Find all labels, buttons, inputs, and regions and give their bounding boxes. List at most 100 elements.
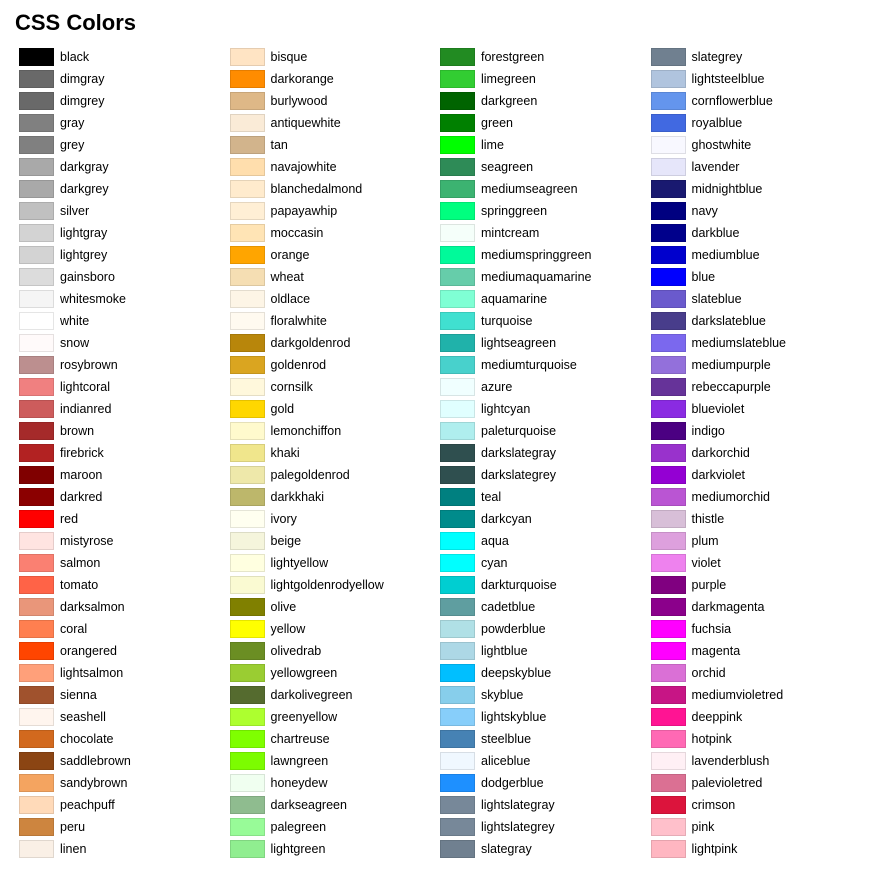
- color-name: khaki: [271, 446, 300, 460]
- list-item: mediumspringgreen: [436, 244, 647, 266]
- color-swatch: [230, 400, 265, 418]
- color-name: cyan: [481, 556, 507, 570]
- list-item: palegreen: [226, 816, 437, 838]
- list-item: cornsilk: [226, 376, 437, 398]
- color-name: navajowhite: [271, 160, 337, 174]
- list-item: darkgoldenrod: [226, 332, 437, 354]
- list-item: blanchedalmond: [226, 178, 437, 200]
- color-swatch: [230, 840, 265, 858]
- list-item: black: [15, 46, 226, 68]
- color-swatch: [19, 686, 54, 704]
- color-swatch: [230, 730, 265, 748]
- list-item: lightcyan: [436, 398, 647, 420]
- color-swatch: [230, 620, 265, 638]
- color-swatch: [19, 400, 54, 418]
- color-swatch: [19, 510, 54, 528]
- list-item: darkturquoise: [436, 574, 647, 596]
- list-item: royalblue: [647, 112, 858, 134]
- list-item: grey: [15, 134, 226, 156]
- list-item: mediumorchid: [647, 486, 858, 508]
- list-item: lightseagreen: [436, 332, 647, 354]
- color-name: lightyellow: [271, 556, 329, 570]
- list-item: chartreuse: [226, 728, 437, 750]
- color-name: indigo: [692, 424, 725, 438]
- list-item: cornflowerblue: [647, 90, 858, 112]
- color-name: red: [60, 512, 78, 526]
- list-item: gainsboro: [15, 266, 226, 288]
- color-name: darkkhaki: [271, 490, 325, 504]
- color-swatch: [230, 92, 265, 110]
- color-swatch: [19, 312, 54, 330]
- color-name: cornsilk: [271, 380, 313, 394]
- color-name: aqua: [481, 534, 509, 548]
- color-name: goldenrod: [271, 358, 327, 372]
- color-swatch: [230, 752, 265, 770]
- list-item: lightslategray: [436, 794, 647, 816]
- color-name: magenta: [692, 644, 741, 658]
- color-swatch: [230, 180, 265, 198]
- list-item: greenyellow: [226, 706, 437, 728]
- color-swatch: [230, 554, 265, 572]
- color-swatch: [230, 356, 265, 374]
- list-item: antiquewhite: [226, 112, 437, 134]
- list-item: plum: [647, 530, 858, 552]
- color-swatch: [440, 796, 475, 814]
- list-item: darkkhaki: [226, 486, 437, 508]
- color-swatch: [19, 180, 54, 198]
- list-item: rebeccapurple: [647, 376, 858, 398]
- color-name: azure: [481, 380, 512, 394]
- color-swatch: [230, 708, 265, 726]
- list-item: slategray: [436, 838, 647, 860]
- list-item: limegreen: [436, 68, 647, 90]
- color-swatch: [19, 752, 54, 770]
- list-item: powderblue: [436, 618, 647, 640]
- color-name: coral: [60, 622, 87, 636]
- list-item: orchid: [647, 662, 858, 684]
- list-item: darksalmon: [15, 596, 226, 618]
- color-name: lemonchiffon: [271, 424, 342, 438]
- color-name: sienna: [60, 688, 97, 702]
- color-name: aliceblue: [481, 754, 530, 768]
- color-swatch: [19, 334, 54, 352]
- color-swatch: [440, 488, 475, 506]
- color-name: palegreen: [271, 820, 327, 834]
- color-swatch: [19, 620, 54, 638]
- color-swatch: [230, 598, 265, 616]
- color-swatch: [440, 774, 475, 792]
- color-name: lightgrey: [60, 248, 107, 262]
- color-swatch: [19, 158, 54, 176]
- color-swatch: [440, 290, 475, 308]
- color-swatch: [19, 708, 54, 726]
- list-item: sandybrown: [15, 772, 226, 794]
- color-swatch: [651, 686, 686, 704]
- color-name: mediumpurple: [692, 358, 771, 372]
- color-name: tan: [271, 138, 288, 152]
- list-item: steelblue: [436, 728, 647, 750]
- list-item: yellowgreen: [226, 662, 437, 684]
- color-swatch: [230, 136, 265, 154]
- color-swatch: [440, 48, 475, 66]
- color-name: lightpink: [692, 842, 738, 856]
- color-swatch: [230, 70, 265, 88]
- color-name: whitesmoke: [60, 292, 126, 306]
- color-swatch: [19, 598, 54, 616]
- color-name: pink: [692, 820, 715, 834]
- list-item: firebrick: [15, 442, 226, 464]
- color-swatch: [651, 378, 686, 396]
- color-swatch: [19, 224, 54, 242]
- color-name: lightcyan: [481, 402, 530, 416]
- color-name: hotpink: [692, 732, 732, 746]
- color-name: peachpuff: [60, 798, 115, 812]
- color-name: darkgreen: [481, 94, 537, 108]
- color-swatch: [230, 774, 265, 792]
- list-item: blueviolet: [647, 398, 858, 420]
- color-swatch: [651, 598, 686, 616]
- list-item: lightcoral: [15, 376, 226, 398]
- color-swatch: [651, 576, 686, 594]
- color-name: dimgray: [60, 72, 104, 86]
- list-item: chocolate: [15, 728, 226, 750]
- list-item: navajowhite: [226, 156, 437, 178]
- color-name: orchid: [692, 666, 726, 680]
- color-swatch: [651, 356, 686, 374]
- color-swatch: [440, 510, 475, 528]
